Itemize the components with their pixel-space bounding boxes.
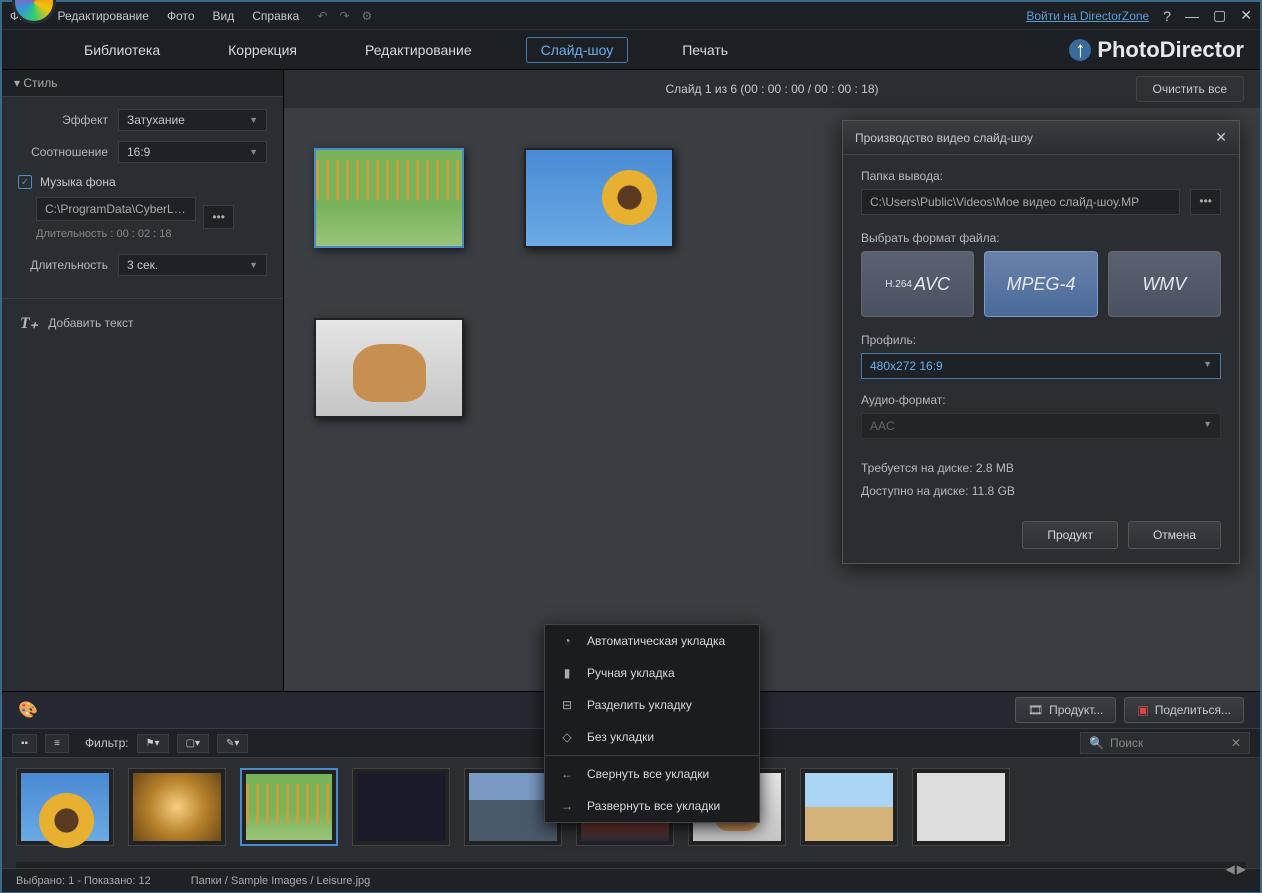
filter-label: Фильтр: <box>85 736 129 750</box>
cm-no-stack[interactable]: ◇Без укладки <box>545 721 759 753</box>
duration-label: Длительность <box>18 258 108 272</box>
ratio-label: Соотношение <box>18 145 108 159</box>
music-label: Музыка фона <box>40 175 116 189</box>
menu-help[interactable]: Справка <box>252 9 299 23</box>
search-icon: 🔍 <box>1089 736 1104 750</box>
film-thumb-2[interactable] <box>128 768 226 846</box>
share-icon: ▣ <box>1137 703 1148 717</box>
filter-flag-button[interactable]: ⚑▾ <box>137 734 169 753</box>
scroll-left-icon[interactable]: ◀ <box>1226 862 1235 876</box>
clock-icon: ◔ <box>559 634 575 648</box>
cm-split-stack[interactable]: ⊟Разделить укладку <box>545 689 759 721</box>
format-mpeg4[interactable]: MPEG-4 <box>984 251 1097 317</box>
split-icon: ⊟ <box>559 698 575 712</box>
effect-label: Эффект <box>18 113 108 127</box>
cm-auto-stack[interactable]: ◔Автоматическая укладка <box>545 625 759 657</box>
cm-collapse-all[interactable]: ←Свернуть все укладки <box>545 758 759 790</box>
ratio-select[interactable]: 16:9▼ <box>118 141 267 163</box>
tabbar: Библиотека Коррекция Редактирование Слай… <box>2 30 1260 70</box>
music-duration: Длительность : 00 : 02 : 18 <box>36 228 267 240</box>
film-thumb-9[interactable] <box>912 768 1010 846</box>
film-thumb-3[interactable] <box>240 768 338 846</box>
context-menu: ◔Автоматическая укладка ▮Ручная укладка … <box>544 624 760 823</box>
profile-select[interactable]: 480x272 16:9▼ <box>861 353 1221 379</box>
format-label: Выбрать формат файла: <box>861 231 1221 245</box>
music-browse-button[interactable]: ••• <box>203 205 234 229</box>
text-icon: T₊ <box>20 313 38 333</box>
music-checkbox[interactable]: ✓ <box>18 175 32 189</box>
format-wmv[interactable]: WMV <box>1108 251 1221 317</box>
stack-icon: ▮ <box>559 666 575 680</box>
unstack-icon: ◇ <box>559 730 575 744</box>
gear-icon[interactable]: ⚙ <box>361 9 372 23</box>
tab-print[interactable]: Печать <box>668 38 742 62</box>
sidebar: ▾ Стиль Эффект Затухание▼ Соотношение 16… <box>2 70 284 691</box>
menu-edit[interactable]: Редактирование <box>58 9 149 23</box>
dialog-title: Производство видео слайд-шоу <box>855 131 1033 145</box>
view-list-button[interactable]: ≡ <box>45 734 69 753</box>
film-thumb-8[interactable] <box>800 768 898 846</box>
film-thumb-4[interactable] <box>352 768 450 846</box>
redo-icon[interactable]: ↷ <box>339 9 349 23</box>
film-thumb-1[interactable] <box>16 768 114 846</box>
scroll-right-icon[interactable]: ▶ <box>1237 862 1246 876</box>
clear-all-button[interactable]: Очистить все <box>1136 76 1244 102</box>
search-input[interactable]: 🔍Поиск✕ <box>1080 732 1250 754</box>
tab-editing[interactable]: Редактирование <box>351 38 486 62</box>
audio-label: Аудио-формат: <box>861 393 1221 407</box>
directorzone-link[interactable]: Войти на DirectorZone <box>1026 9 1149 23</box>
add-text-button[interactable]: T₊ Добавить текст <box>2 298 283 347</box>
audio-select: AAC▼ <box>861 413 1221 439</box>
canvas-area: Слайд 1 из 6 (00 : 00 : 00 / 00 : 00 : 1… <box>284 70 1260 691</box>
tab-correction[interactable]: Коррекция <box>214 38 311 62</box>
cancel-button[interactable]: Отмена <box>1128 521 1221 549</box>
slide-info: Слайд 1 из 6 (00 : 00 : 00 / 00 : 00 : 1… <box>665 82 878 96</box>
upload-icon: ↑ <box>1069 39 1091 61</box>
menubar: Файл Редактирование Фото Вид Справка ↶ ↷… <box>2 2 1260 30</box>
maximize-icon[interactable]: ▢ <box>1213 7 1226 24</box>
view-grid-button[interactable]: ▪▪ <box>12 734 37 753</box>
help-icon[interactable]: ? <box>1163 8 1171 24</box>
status-path: Папки / Sample Images / Leisure.jpg <box>191 875 371 887</box>
collapse-icon: ← <box>559 767 575 781</box>
style-panel-header[interactable]: ▾ Стиль <box>2 70 283 97</box>
menu-view[interactable]: Вид <box>213 9 235 23</box>
status-selection: Выбрано: 1 - Показано: 12 <box>16 875 151 887</box>
profile-label: Профиль: <box>861 333 1221 347</box>
slide-thumb-4[interactable] <box>314 318 464 418</box>
filter-rating-button[interactable]: ✎▾ <box>217 734 248 753</box>
undo-icon[interactable]: ↶ <box>317 9 327 23</box>
cm-manual-stack[interactable]: ▮Ручная укладка <box>545 657 759 689</box>
produce-button[interactable]: Продукт <box>1022 521 1118 549</box>
filter-label-button[interactable]: ▢▾ <box>177 734 209 753</box>
minimize-icon[interactable]: — <box>1185 8 1199 24</box>
tab-library[interactable]: Библиотека <box>70 38 174 62</box>
produce-dialog: Производство видео слайд-шоу ✕ Папка выв… <box>842 120 1240 564</box>
duration-select[interactable]: 3 сек.▼ <box>118 254 267 276</box>
produce-action-button[interactable]: 🎞Продукт... <box>1015 697 1117 723</box>
slide-thumb-2[interactable] <box>524 148 674 248</box>
cm-expand-all[interactable]: →Развернуть все укладки <box>545 790 759 822</box>
brand: ↑ PhotoDirector <box>1069 37 1244 63</box>
clear-search-icon[interactable]: ✕ <box>1231 736 1241 750</box>
tab-slideshow[interactable]: Слайд-шоу <box>526 37 629 63</box>
output-path: C:\Users\Public\Videos\Мое видео слайд-ш… <box>861 189 1180 215</box>
effect-select[interactable]: Затухание▼ <box>118 109 267 131</box>
disk-required: Требуется на диске: 2.8 MB <box>861 457 1221 480</box>
output-label: Папка вывода: <box>861 169 1221 183</box>
film-icon: 🎞 <box>1028 703 1043 717</box>
share-action-button[interactable]: ▣Поделиться... <box>1124 697 1244 723</box>
slide-thumb-1[interactable] <box>314 148 464 248</box>
dialog-close-icon[interactable]: ✕ <box>1215 129 1227 146</box>
output-browse-button[interactable]: ••• <box>1190 189 1221 215</box>
expand-icon: → <box>559 799 575 813</box>
format-avc[interactable]: H.264AVC <box>861 251 974 317</box>
palette-icon[interactable]: 🎨 <box>18 700 38 720</box>
close-icon[interactable]: ✕ <box>1240 7 1252 24</box>
disk-available: Доступно на диске: 11.8 GB <box>861 480 1221 503</box>
menu-photo[interactable]: Фото <box>167 9 195 23</box>
music-path: C:\ProgramData\CyberLin... <box>36 197 196 221</box>
